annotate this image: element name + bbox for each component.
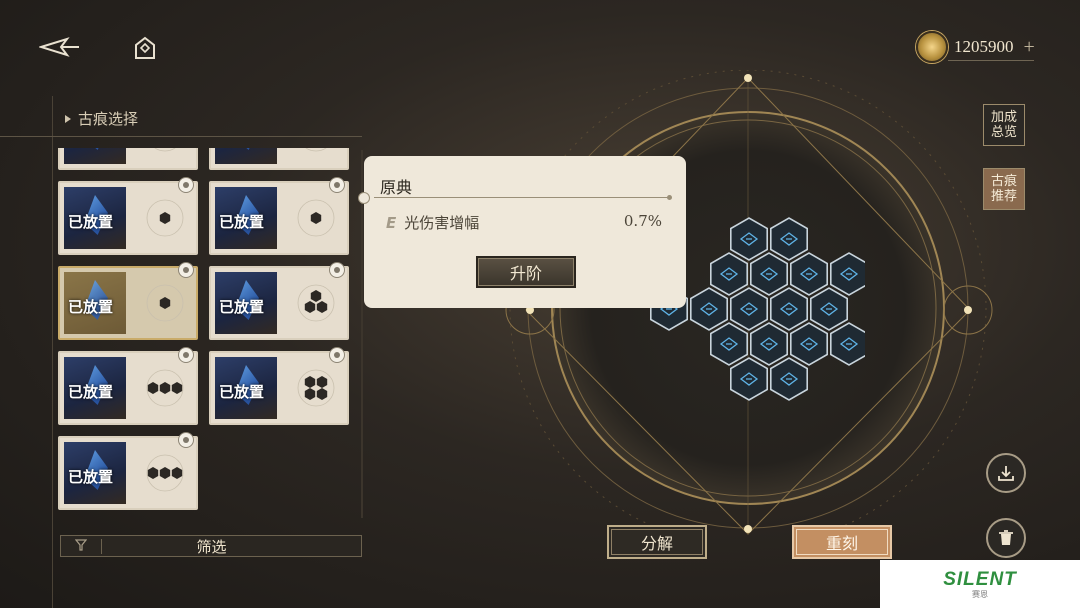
- filter-icon: [61, 538, 102, 554]
- filter-label: 筛选: [196, 537, 227, 556]
- filter-button[interactable]: 筛选: [60, 535, 362, 557]
- trace-recommend-button[interactable]: 古痕推荐: [983, 168, 1025, 210]
- shape-slot-icon: [136, 444, 194, 502]
- save-preset-button[interactable]: [986, 453, 1026, 493]
- trace-card[interactable]: 已放置: [209, 177, 349, 255]
- currency-underline: [948, 60, 1034, 61]
- upgrade-button[interactable]: 升阶: [476, 256, 576, 288]
- trash-icon: [999, 530, 1013, 545]
- trace-card[interactable]: 已放置: [209, 148, 349, 170]
- lock-toggle-icon[interactable]: [178, 347, 194, 363]
- trace-card[interactable]: 已放置: [58, 432, 198, 510]
- delete-button[interactable]: [986, 518, 1026, 558]
- home-button[interactable]: [132, 34, 158, 62]
- placed-label: 已放置: [68, 383, 114, 401]
- shape-slot-icon: [287, 359, 345, 417]
- trace-detail-popup: 原典 E 光伤害增幅 0.7% 升阶: [358, 156, 686, 308]
- placed-label: 已放置: [219, 213, 265, 231]
- bonus-overview-button[interactable]: 加成总览: [983, 104, 1025, 146]
- trace-card[interactable]: 已放置: [58, 262, 198, 340]
- trace-card[interactable]: 已放置: [58, 347, 198, 425]
- shape-slot-icon: [136, 274, 194, 332]
- watermark-text: SILENT: [943, 568, 1017, 590]
- home-icon: [135, 36, 155, 59]
- trace-card[interactable]: 已放置: [209, 347, 349, 425]
- lock-toggle-icon[interactable]: [329, 347, 345, 363]
- trace-card[interactable]: 已放置: [58, 177, 198, 255]
- placed-label: 已放置: [68, 468, 114, 486]
- shape-slot-icon: [136, 148, 194, 162]
- stat-value: 0.7%: [623, 212, 662, 230]
- shape-slot-icon: [136, 359, 194, 417]
- lock-toggle-icon[interactable]: [329, 262, 345, 278]
- back-button[interactable]: [38, 34, 82, 60]
- stat-icon: E: [386, 213, 397, 232]
- placed-label: 已放置: [68, 213, 114, 231]
- currency-amount: 1205900: [954, 37, 1014, 56]
- lock-toggle-icon[interactable]: [178, 432, 194, 448]
- download-icon: [998, 466, 1014, 481]
- triangle-marker-icon: [65, 114, 71, 123]
- watermark-sub: 赛恩: [972, 589, 988, 599]
- placed-label: 已放置: [219, 383, 265, 401]
- placed-label: 已放置: [219, 298, 265, 316]
- trace-thumbnail: [64, 148, 126, 164]
- lock-toggle-icon[interactable]: [178, 177, 194, 193]
- decompose-button[interactable]: 分解: [607, 525, 707, 559]
- shape-slot-icon: [287, 274, 345, 332]
- placed-label: 已放置: [68, 298, 114, 316]
- shape-slot-icon: [136, 189, 194, 247]
- popup-divider: [374, 195, 672, 200]
- currency-display: 1205900 +: [916, 31, 1035, 63]
- reforge-button[interactable]: 重刻: [792, 525, 892, 559]
- panel-title-text: 古痕选择: [78, 110, 139, 128]
- panel-title-underline: [0, 136, 362, 137]
- popup-title: 原典: [380, 178, 413, 197]
- popup-anchor-dot: [358, 192, 370, 204]
- stat-name: 光伤害增幅: [404, 214, 480, 232]
- panel-title: 古痕选择: [64, 108, 138, 129]
- trace-card[interactable]: 已放置: [209, 262, 349, 340]
- trace-card[interactable]: 已放置: [58, 148, 198, 170]
- trace-recommend-label: 古痕推荐: [990, 174, 1017, 204]
- lock-toggle-icon[interactable]: [178, 262, 194, 278]
- panel-divider: [52, 96, 53, 608]
- bonus-overview-label: 加成总览: [990, 110, 1017, 140]
- back-arrow-icon: [39, 37, 79, 57]
- trace-thumbnail: [215, 148, 277, 164]
- coin-icon: [916, 31, 948, 63]
- trace-card-grid: 已放置已放置已放置已放置已放置已放置已放置已放置已放置: [58, 148, 358, 532]
- lock-toggle-icon[interactable]: [329, 177, 345, 193]
- stat-row: E 光伤害增幅 0.7%: [386, 212, 662, 233]
- shape-slot-icon: [287, 148, 345, 162]
- add-currency-button[interactable]: +: [1024, 36, 1035, 59]
- shape-slot-icon: [287, 189, 345, 247]
- card-grid-scrollbar[interactable]: [361, 150, 363, 518]
- watermark-logo: SILENT 赛恩: [880, 560, 1080, 608]
